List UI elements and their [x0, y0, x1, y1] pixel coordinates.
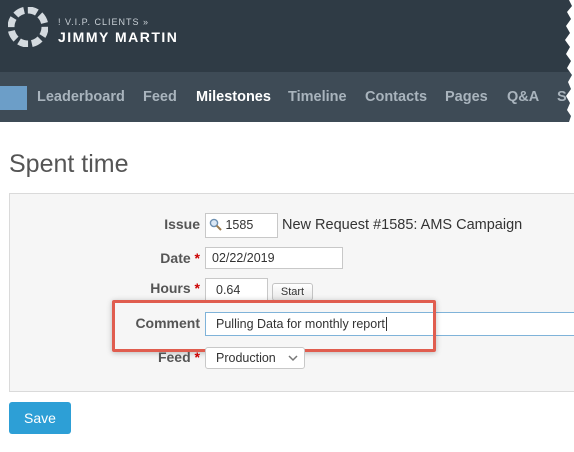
search-icon — [209, 218, 222, 231]
nav-item-timeline[interactable]: Timeline — [288, 89, 347, 105]
nav-item-leaderboard[interactable]: Leaderboard — [37, 89, 125, 105]
save-button[interactable]: Save — [9, 402, 71, 434]
required-marker: * — [194, 349, 200, 365]
start-timer-button[interactable]: Start — [272, 283, 313, 301]
torn-edge — [565, 0, 574, 122]
date-label: Date * — [160, 250, 200, 266]
nav-item-contacts[interactable]: Contacts — [365, 89, 427, 105]
page-title: Spent time — [9, 150, 129, 178]
project-title[interactable]: JIMMY MARTIN — [58, 29, 178, 45]
required-marker: * — [194, 280, 200, 296]
nav-item-milestones[interactable]: Milestones — [196, 89, 271, 105]
feed-select[interactable]: Production — [205, 347, 305, 369]
feed-selected-value: Production — [216, 351, 276, 365]
logo-icon[interactable] — [8, 7, 48, 47]
nav-item-qa[interactable]: Q&A — [507, 89, 539, 105]
issue-label: Issue — [164, 216, 200, 232]
feed-label: Feed * — [157, 349, 200, 365]
date-field[interactable]: 02/22/2019 — [205, 247, 343, 269]
highlight-callout — [112, 300, 436, 352]
client-breadcrumb[interactable]: ! V.I.P. CLIENTS » — [58, 17, 149, 27]
issue-id: 1585 — [225, 218, 254, 232]
hours-field[interactable]: 0.64 — [205, 278, 268, 302]
nav-item-feed[interactable]: Feed — [143, 89, 177, 105]
chevron-down-icon — [288, 355, 298, 362]
required-marker: * — [194, 250, 200, 266]
nav-item-pages[interactable]: Pages — [445, 89, 488, 105]
nav-home-tab[interactable] — [0, 86, 27, 110]
issue-field[interactable]: 1585 — [205, 213, 278, 238]
issue-subject: New Request #1585: AMS Campaign — [282, 217, 523, 233]
hours-label: Hours * — [150, 280, 200, 296]
